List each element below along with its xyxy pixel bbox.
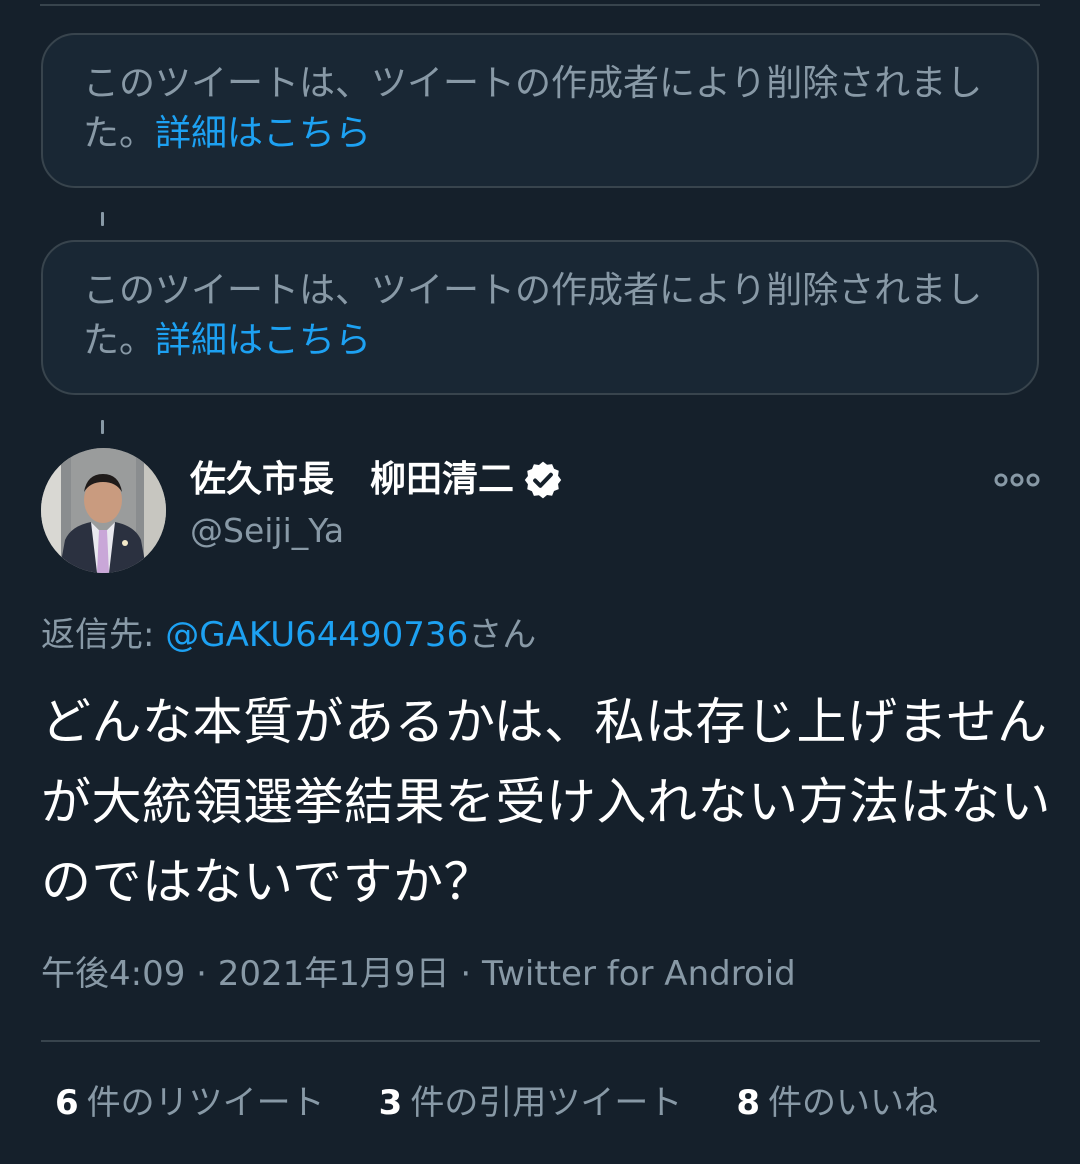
author-display-name: 佐久市長 柳田清二 [190, 459, 515, 500]
deleted-tweet-card[interactable]: このツイートは、ツイートの作成者により削除されました。詳細はこちら [41, 240, 1039, 395]
retweets-stat[interactable]: 6 件のリツイート [55, 1078, 325, 1128]
likes-label: 件のいいね [768, 1083, 939, 1123]
retweets-label: 件のリツイート [86, 1083, 325, 1123]
learn-more-link[interactable]: 詳細はこちら [155, 320, 371, 361]
author-handle[interactable]: @Seiji_Ya [190, 508, 344, 554]
stats-divider [41, 1040, 1040, 1042]
tweet-timestamp-source[interactable]: 午後4:09 · 2021年1月9日 · Twitter for Android [41, 950, 796, 998]
author-name-row[interactable]: 佐久市長 柳田清二 [190, 455, 564, 505]
reply-to-suffix: さん [468, 615, 537, 655]
thread-connector [101, 420, 104, 434]
avatar[interactable] [41, 448, 166, 573]
avatar-photo [41, 448, 166, 573]
deleted-tweet-card[interactable]: このツイートは、ツイートの作成者により削除されました。詳細はこちら [41, 33, 1039, 188]
reply-to-line: 返信先: @GAKU64490736さん [41, 611, 536, 659]
tweet-text: どんな本質があるかは、私は存じ上げませんが大統領選挙結果を受け入れない方法はない… [41, 693, 1051, 911]
retweets-count: 6 [55, 1083, 79, 1123]
more-options-icon[interactable] [994, 466, 1040, 494]
top-divider [40, 4, 1040, 6]
verified-badge-icon [524, 461, 562, 499]
quotes-stat[interactable]: 3 件の引用ツイート [379, 1078, 683, 1128]
quotes-count: 3 [378, 1083, 403, 1123]
likes-stat[interactable]: 8 件のいいね [736, 1078, 938, 1128]
likes-count: 8 [736, 1083, 761, 1123]
reply-to-prefix: 返信先: [41, 615, 166, 655]
learn-more-link[interactable]: 詳細はこちら [155, 113, 371, 154]
quotes-label: 件の引用ツイート [410, 1083, 683, 1123]
thread-connector [101, 212, 104, 226]
tweet-detail-screen: このツイートは、ツイートの作成者により削除されました。詳細はこちら このツイート… [0, 0, 1080, 1164]
tweet-stats: 6 件のリツイート 3 件の引用ツイート 8 件のいいね [55, 1078, 938, 1128]
reply-to-mention[interactable]: @GAKU64490736 [165, 615, 468, 655]
